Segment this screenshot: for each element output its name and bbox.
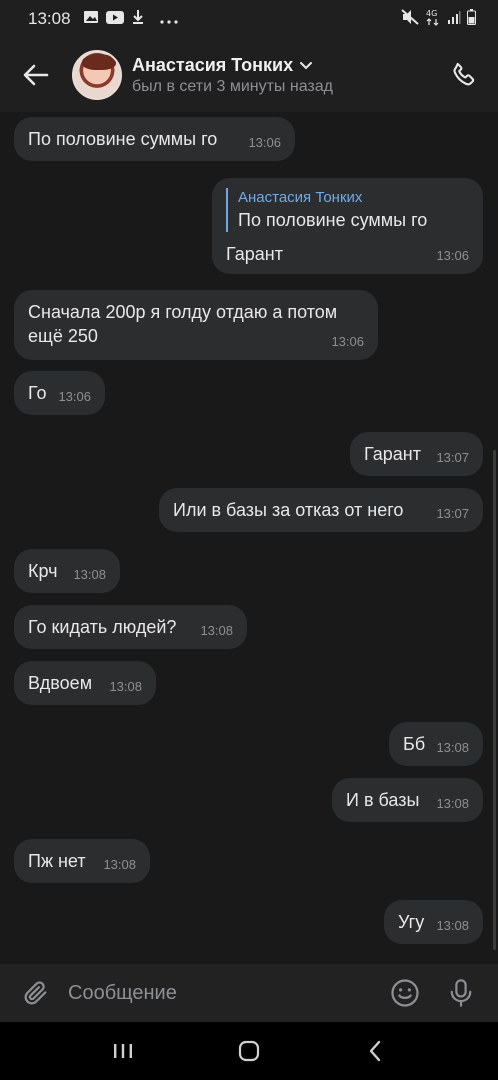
mute-icon: [401, 8, 419, 30]
phone-icon: [453, 62, 475, 86]
message-incoming[interactable]: Пж нет 13:08: [14, 839, 150, 883]
message-time: 13:06: [436, 248, 469, 263]
emoji-button[interactable]: [388, 976, 422, 1010]
recents-button[interactable]: [103, 1031, 143, 1071]
message-incoming[interactable]: По половине суммы го 13:06: [14, 117, 295, 161]
more-dots-icon: [159, 9, 178, 29]
message-time: 13:08: [200, 623, 233, 638]
message-time: 13:07: [436, 450, 469, 465]
message-time: 13:06: [248, 135, 281, 150]
message-time: 13:08: [73, 567, 106, 582]
message-time: 13:08: [436, 740, 469, 755]
contact-status: был в сети 3 минуты назад: [132, 77, 333, 95]
message-outgoing[interactable]: Гарант 13:07: [350, 432, 483, 476]
voice-button[interactable]: [444, 976, 478, 1010]
message-text: Сначала 200р я голду отдаю а потом: [28, 302, 338, 322]
message-outgoing[interactable]: Анастасия Тонких По половине суммы го Га…: [212, 178, 483, 274]
message-time: 13:08: [436, 796, 469, 811]
message-time: 13:08: [109, 679, 142, 694]
download-icon: [131, 9, 145, 30]
message-incoming[interactable]: Крч 13:08: [14, 549, 120, 593]
chevron-left-icon: [369, 1040, 381, 1062]
message-incoming[interactable]: Го 13:06: [14, 371, 105, 415]
attach-button[interactable]: [20, 977, 52, 1009]
system-navbar: [0, 1022, 498, 1080]
status-time: 13:08: [28, 9, 71, 28]
youtube-icon: [105, 9, 124, 29]
message-text-line2: ещё 250: [28, 326, 98, 346]
message-input[interactable]: [68, 973, 388, 1013]
message-text: Гарант: [226, 244, 283, 264]
signal-icon: [447, 9, 461, 29]
reply-author: Анастасия Тонких: [238, 189, 363, 206]
message-time: 13:08: [103, 857, 136, 872]
arrow-left-icon: [23, 64, 49, 86]
message-incoming[interactable]: Вдвоем 13:08: [14, 661, 156, 705]
home-button[interactable]: [229, 1031, 269, 1071]
system-back-button[interactable]: [355, 1031, 395, 1071]
message-incoming[interactable]: Го кидать людей? 13:08: [14, 605, 247, 649]
message-text: Или в базы за отказ от него: [173, 500, 404, 520]
message-time: 13:07: [436, 506, 469, 521]
battery-icon: [467, 8, 476, 30]
message-list[interactable]: По половине суммы го 13:06 Анастасия Тон…: [0, 112, 498, 964]
message-outgoing[interactable]: Бб 13:08: [389, 722, 483, 766]
scrollbar[interactable]: [493, 450, 496, 950]
message-time: 13:06: [331, 334, 364, 349]
call-button[interactable]: [448, 59, 480, 91]
chat-header: Анастасия Тонких был в сети 3 минуты наз…: [0, 38, 498, 112]
image-icon: [83, 9, 99, 29]
message-text: По половине суммы го: [28, 129, 218, 149]
paperclip-icon: [24, 981, 47, 1005]
microphone-icon: [450, 979, 472, 1007]
message-incoming[interactable]: Сначала 200р я голду отдаю а потом ещё 2…: [14, 290, 378, 360]
recents-icon: [114, 1044, 132, 1058]
contact-info[interactable]: Анастасия Тонких был в сети 3 минуты наз…: [132, 55, 333, 96]
message-outgoing[interactable]: И в базы 13:08: [332, 778, 483, 822]
svg-text:4G: 4G: [426, 9, 437, 18]
message-outgoing[interactable]: Угу 13:08: [384, 900, 483, 944]
4g-icon: 4G: [425, 8, 441, 31]
contact-name: Анастасия Тонких: [132, 54, 294, 75]
composer: [0, 964, 498, 1022]
smiley-icon: [391, 979, 419, 1007]
chevron-down-icon: [300, 61, 313, 69]
back-button[interactable]: [20, 59, 52, 91]
reply-text: По половине суммы го: [238, 210, 428, 230]
message-time: 13:08: [436, 918, 469, 933]
status-bar: 13:08 4G: [0, 0, 498, 38]
home-icon: [238, 1040, 260, 1062]
avatar[interactable]: [72, 50, 122, 100]
message-outgoing[interactable]: Или в базы за отказ от него 13:07: [159, 488, 483, 532]
reply-quote[interactable]: Анастасия Тонких По половине суммы го: [226, 188, 469, 232]
message-time: 13:06: [58, 389, 91, 404]
